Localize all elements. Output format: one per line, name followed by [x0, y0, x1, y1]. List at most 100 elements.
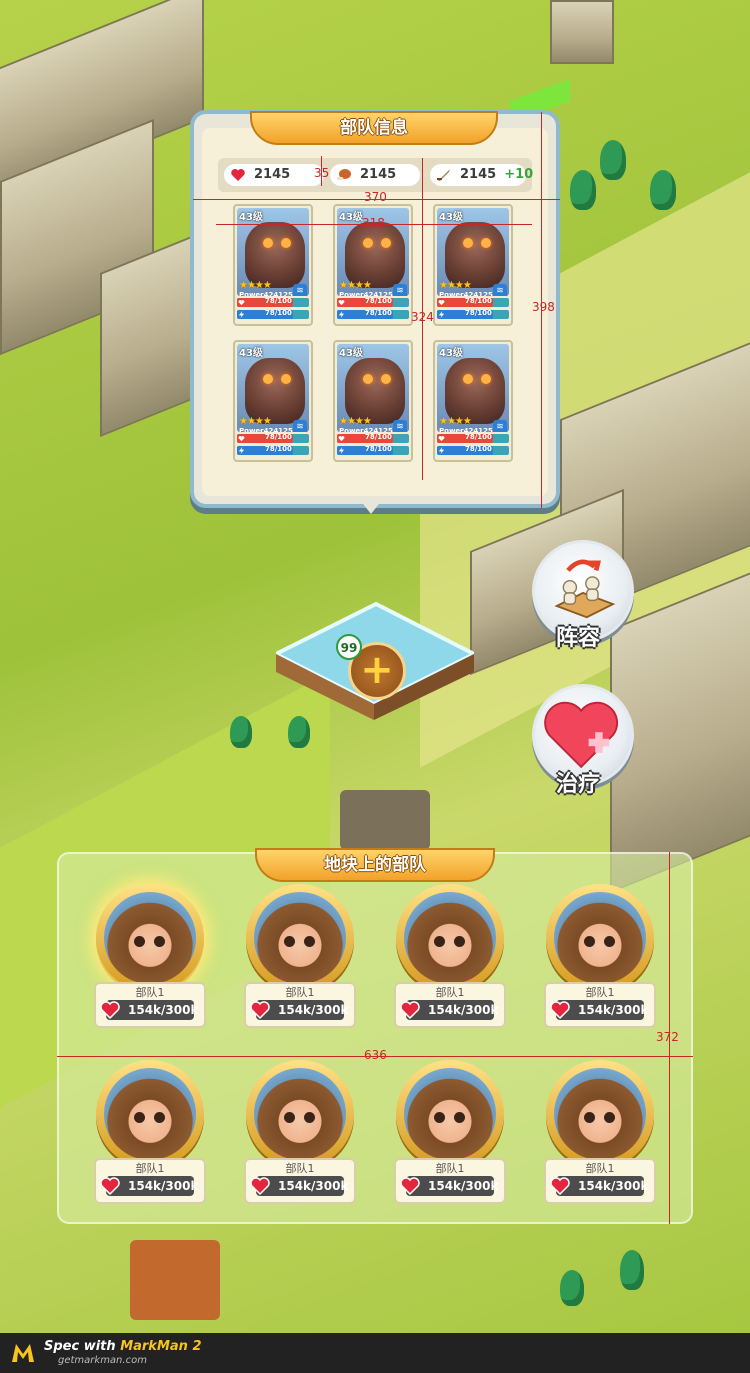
- unit-name: 部队1: [585, 986, 615, 999]
- building: [130, 1240, 220, 1320]
- troop-level: 43级: [339, 212, 363, 223]
- unit-hp-value: 154k/300k: [578, 1179, 649, 1193]
- unit-hp-value: 154k/300k: [128, 1003, 199, 1017]
- troop-portrait: 43级 ★★★★ Power4241251 ≋: [437, 344, 509, 432]
- tree: [650, 170, 676, 210]
- boar-character: [345, 222, 405, 288]
- unit-hp-value: 154k/300k: [428, 1179, 499, 1193]
- troop-info-title: 部队信息: [250, 111, 498, 145]
- troop-level: 43级: [239, 348, 263, 359]
- star-rating: ★★★★: [339, 416, 372, 427]
- plot-troop-unit[interactable]: 部队1 154k/300k: [238, 1060, 362, 1210]
- unit-hp-value: 154k/300k: [278, 1179, 349, 1193]
- plot-troop-unit[interactable]: 部队1 154k/300k: [538, 1060, 662, 1210]
- energy-value: 78/100: [465, 309, 492, 317]
- heart-icon: [400, 1001, 420, 1020]
- unit-hp-value: 154k/300k: [578, 1003, 649, 1017]
- stat-food-value: 2145: [360, 167, 397, 182]
- boar-character: [245, 222, 305, 288]
- measure-label-35: 35: [314, 166, 330, 180]
- unit-name: 部队1: [285, 1162, 315, 1175]
- energy-bar: 78/100: [337, 309, 409, 319]
- stat-attack: 2145 +10: [430, 164, 533, 186]
- energy-bar: 78/100: [237, 309, 309, 319]
- heart-icon: [231, 169, 245, 181]
- hp-value: 78/100: [365, 297, 392, 305]
- star-rating: ★★★★: [239, 416, 272, 427]
- stat-attack-bonus: +10: [504, 167, 534, 182]
- plot-troop-unit[interactable]: 部队1 154k/300k: [388, 884, 512, 1034]
- lightning-icon: [238, 311, 245, 318]
- measure-label-318: 318: [362, 216, 385, 230]
- stat-hp: 2145: [224, 164, 324, 186]
- unit-hp: 154k/300k: [100, 1000, 198, 1020]
- unit-hp: 154k/300k: [550, 1176, 648, 1196]
- energy-bar: 78/100: [437, 445, 509, 455]
- wing-icon: ≋: [493, 284, 507, 296]
- unit-name: 部队1: [435, 986, 465, 999]
- footer-url: getmarkman.com: [58, 1355, 147, 1366]
- boar-eye: [381, 238, 391, 248]
- footer-brand-name: MarkMan 2: [120, 1339, 202, 1354]
- heart-icon: [338, 300, 345, 306]
- troop-power: Power4241251: [239, 291, 298, 296]
- stat-hp-value: 2145: [254, 167, 291, 182]
- troop-power: Power4241251: [439, 291, 498, 296]
- plot-troop-unit[interactable]: 部队1 154k/300k: [238, 884, 362, 1034]
- energy-value: 78/100: [465, 445, 492, 453]
- unit-name: 部队1: [285, 986, 315, 999]
- hp-value: 78/100: [265, 297, 292, 305]
- troop-card[interactable]: 43级 ★★★★ Power4241251 ≋ 78/100 78/100: [433, 340, 513, 462]
- unit-hp-value: 154k/300k: [428, 1003, 499, 1017]
- tree: [570, 170, 596, 210]
- plot-troop-unit[interactable]: 部队1 154k/300k: [88, 884, 212, 1034]
- troop-portrait: 43级 ★★★★ Power4241251 ≋: [437, 208, 509, 296]
- unit-hp: 154k/300k: [400, 1000, 498, 1020]
- boar-eye: [481, 374, 491, 384]
- hp-bar: 78/100: [437, 297, 509, 307]
- troop-card[interactable]: 43级 ★★★★ Power4241251 ≋ 78/100 78/100: [333, 340, 413, 462]
- lightning-icon: [338, 311, 345, 318]
- hp-bar: 78/100: [337, 297, 409, 307]
- lightning-icon: [338, 447, 345, 454]
- star-rating: ★★★★: [439, 280, 472, 291]
- hp-bar: 78/100: [237, 433, 309, 443]
- unit-hp: 154k/300k: [250, 1176, 348, 1196]
- unit-hp: 154k/300k: [400, 1176, 498, 1196]
- troop-card[interactable]: 43级 ★★★★ Power4241251 ≋ 78/100 78/100: [233, 340, 313, 462]
- troop-level: 43级: [239, 212, 263, 223]
- energy-value: 78/100: [265, 445, 292, 453]
- hp-value: 78/100: [365, 433, 392, 441]
- troop-level: 43级: [439, 212, 463, 223]
- boar-eye: [263, 238, 273, 248]
- hero-eyes: [280, 936, 320, 947]
- boar-eye: [381, 374, 391, 384]
- plus-icon: +: [360, 647, 394, 693]
- boar-character: [445, 222, 505, 288]
- tree: [230, 716, 252, 748]
- troop-card[interactable]: 43级 ★★★★ Power4241251 ≋ 78/100 78/100: [433, 204, 513, 326]
- boar-eye: [363, 238, 373, 248]
- hero-eyes: [130, 1112, 170, 1123]
- lightning-icon: [438, 447, 445, 454]
- wing-icon: ≋: [293, 284, 307, 296]
- plot-troop-unit[interactable]: 部队1 154k/300k: [388, 1060, 512, 1210]
- hero-eyes: [430, 936, 470, 947]
- measure-label-324: 324: [411, 310, 434, 324]
- troop-level: 43级: [439, 348, 463, 359]
- hp-bar: 78/100: [337, 433, 409, 443]
- hero-eyes: [430, 1112, 470, 1123]
- unit-name: 部队1: [135, 1162, 165, 1175]
- unit-hp: 154k/300k: [550, 1000, 648, 1020]
- heart-icon: [238, 300, 245, 306]
- heart-icon: [250, 1177, 270, 1196]
- troop-card[interactable]: 43级 ★★★★ Power4241251 ≋ 78/100 78/100: [233, 204, 313, 326]
- heart-icon: [338, 436, 345, 442]
- plot-troop-unit[interactable]: 部队1 154k/300k: [88, 1060, 212, 1210]
- unit-hp: 154k/300k: [250, 1000, 348, 1020]
- star-rating: ★★★★: [439, 416, 472, 427]
- hero-eyes: [580, 936, 620, 947]
- troop-portrait: 43级 ★★★★ Power4241251 ≋: [237, 208, 309, 296]
- energy-value: 78/100: [265, 309, 292, 317]
- plot-troop-unit[interactable]: 部队1 154k/300k: [538, 884, 662, 1034]
